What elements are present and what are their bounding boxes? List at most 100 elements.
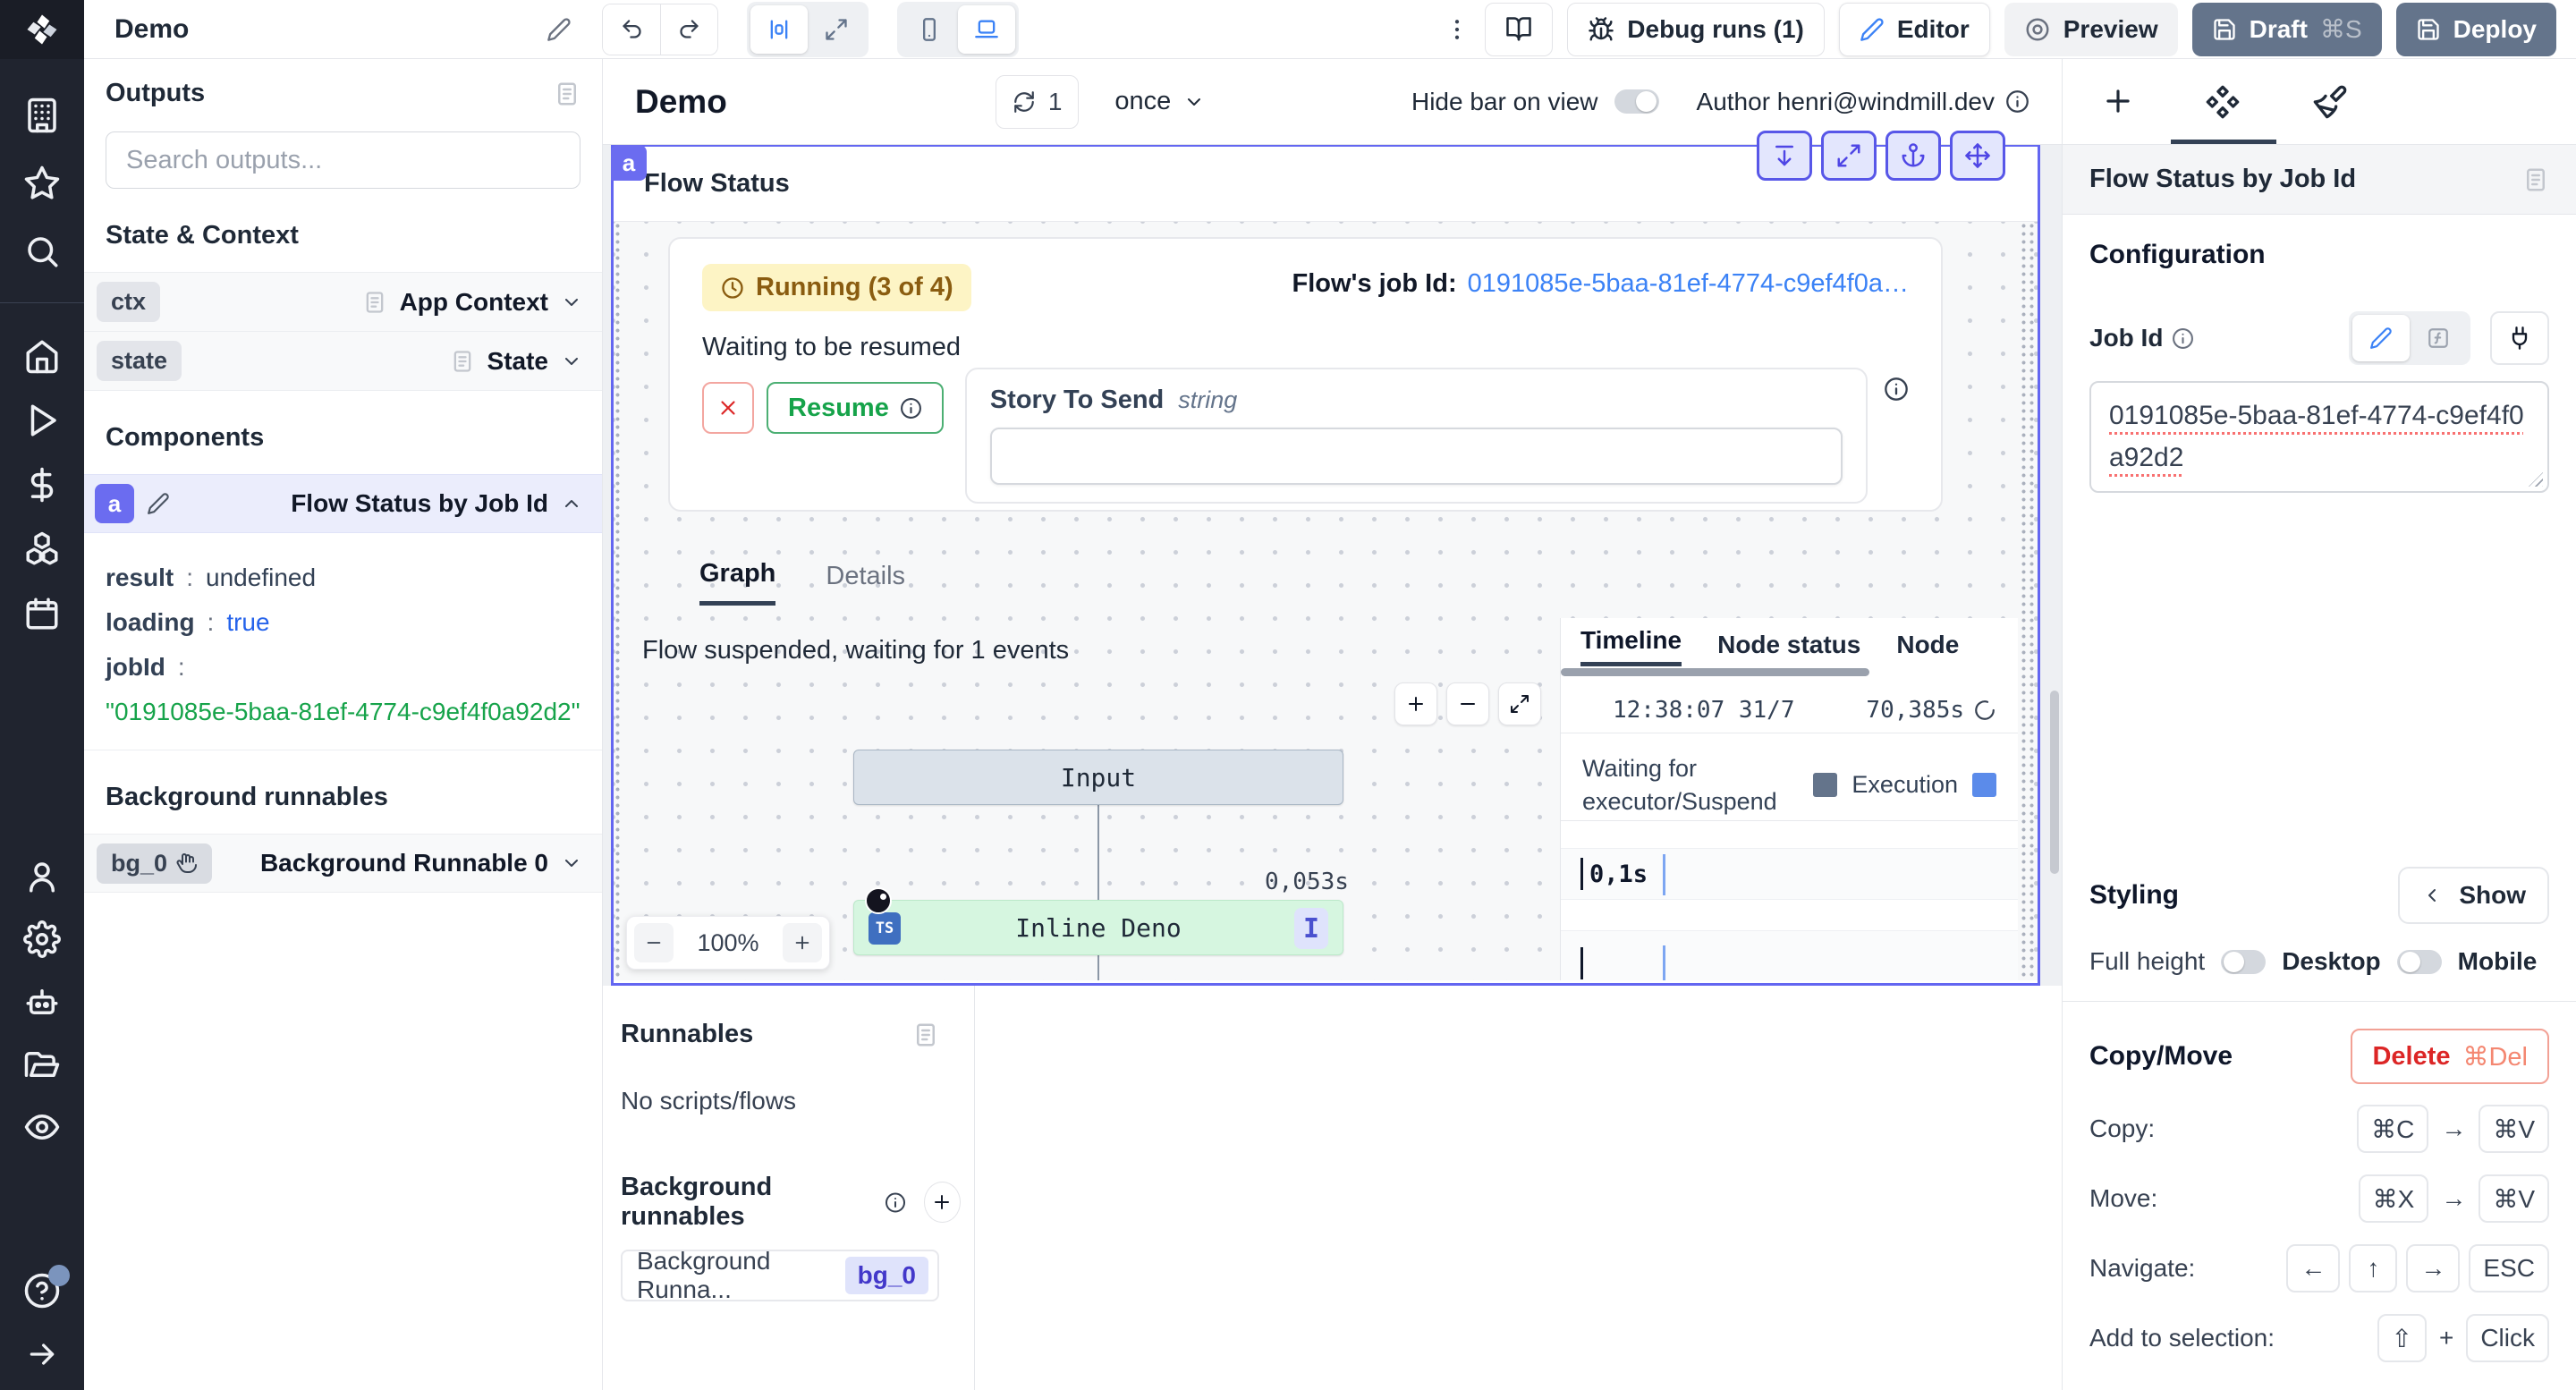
move-component-button[interactable] [1950, 131, 2005, 181]
payload-info-icon[interactable] [1884, 377, 1909, 402]
job-id-textarea[interactable]: 0191085e-5baa-81ef-4774-c9ef4f0a92d2 [2089, 381, 2549, 493]
variables-icon[interactable] [23, 466, 61, 504]
ctx-row[interactable]: ctx App Context [84, 273, 602, 332]
bg0-row[interactable]: bg_0 Background Runnable 0 [84, 834, 602, 893]
mobile-view-button[interactable] [901, 5, 958, 54]
kebab-menu-icon[interactable] [1444, 16, 1470, 43]
jobid-string-value: "0191085e-5baa-81ef-4774-c9ef4f0a92d2" [106, 698, 580, 726]
expand-component-button[interactable] [1821, 131, 1877, 181]
cancel-button[interactable] [702, 382, 754, 434]
search-outputs-input[interactable] [106, 131, 580, 189]
centered-layout-button[interactable] [750, 5, 808, 54]
mobile-label: Mobile [2458, 947, 2538, 976]
eval-input-fx-button[interactable] [2410, 315, 2467, 361]
graph-zoom-out-button[interactable] [1446, 682, 1489, 725]
dock-bottom-button[interactable] [1757, 131, 1812, 181]
graph-fit-button[interactable] [1498, 682, 1541, 725]
editor-button[interactable]: Editor [1839, 3, 1990, 56]
insert-tab-plus-icon[interactable] [2101, 84, 2135, 118]
bg-runnable-name: Background Runna... [637, 1247, 845, 1304]
graph-zoom-in-button[interactable] [1394, 682, 1437, 725]
workspace-icon[interactable] [23, 97, 61, 134]
state-row[interactable]: state State [84, 332, 602, 391]
undo-button[interactable] [603, 4, 660, 55]
preview-button[interactable]: Preview [2004, 3, 2178, 56]
audit-eye-icon[interactable] [23, 1108, 61, 1146]
job-id-info-icon[interactable] [2172, 327, 2194, 350]
flow-job-id-link[interactable]: 0191085e-5baa-81ef-4774-c9ef4f0a… [1468, 269, 1909, 298]
refresh-counter[interactable]: 1 [996, 75, 1080, 129]
styling-show-button[interactable]: Show [2398, 867, 2549, 924]
resume-button[interactable]: Resume [767, 382, 944, 434]
collapse-arrow-icon[interactable] [24, 1336, 60, 1372]
debug-runs-button[interactable]: Debug runs (1) [1567, 3, 1825, 56]
topbar: Demo Debug runs (1) Editor Preview Draft… [84, 0, 2576, 59]
component-edit-pencil-icon[interactable] [147, 492, 170, 515]
anchor-component-button[interactable] [1885, 131, 1941, 181]
rename-pencil-icon[interactable] [547, 17, 572, 42]
zoom-out-button[interactable] [634, 923, 674, 962]
graph-node-inline-deno[interactable]: TS Inline Deno I [853, 900, 1343, 955]
resize-rail-right[interactable] [2020, 222, 2038, 980]
zoom-in-button[interactable] [783, 923, 822, 962]
desktop-toggle[interactable] [2397, 950, 2442, 974]
canvas-zoom-bar: 100% [626, 916, 830, 970]
tab-details[interactable]: Details [826, 559, 905, 606]
folders-icon[interactable] [23, 1046, 61, 1083]
static-input-pencil-button[interactable] [2352, 315, 2410, 361]
refresh-icon [1013, 90, 1036, 114]
full-width-button[interactable] [808, 5, 865, 54]
workers-robot-icon[interactable] [23, 983, 61, 1021]
graph-node-input[interactable]: Input [853, 750, 1343, 805]
outputs-doc-icon[interactable] [554, 81, 580, 107]
users-icon[interactable] [23, 858, 61, 895]
deploy-button[interactable]: Deploy [2396, 3, 2556, 56]
canvas-scrollbar[interactable] [2050, 691, 2059, 874]
windmill-logo[interactable] [0, 0, 84, 59]
tab-node[interactable]: Node [1896, 631, 1959, 666]
desktop-view-button[interactable] [958, 5, 1015, 54]
hide-bar-toggle[interactable] [1614, 89, 1659, 114]
tab-node-status[interactable]: Node status [1717, 631, 1860, 666]
tab-timeline[interactable]: Timeline [1580, 626, 1682, 666]
docs-book-button[interactable] [1485, 3, 1553, 56]
resources-icon[interactable] [23, 530, 61, 568]
timeline-scrollbar[interactable] [1561, 668, 1869, 676]
rail-divider [0, 302, 84, 303]
settings-tabs [2063, 59, 2576, 145]
selected-component[interactable]: a Flow Status [611, 145, 2040, 986]
favorites-icon[interactable] [23, 165, 61, 202]
app-title: Demo [114, 14, 189, 45]
connect-input-plug-button[interactable] [2490, 311, 2549, 365]
settings-tab-component-icon[interactable] [2205, 84, 2241, 120]
app-canvas[interactable]: a Flow Status [603, 145, 2062, 986]
redo-button[interactable] [660, 4, 717, 55]
flow-status-body: Running (3 of 4) Flow's job Id:0191085e-… [614, 222, 2038, 980]
help-icon[interactable] [23, 1272, 61, 1309]
search-icon[interactable] [23, 233, 61, 270]
timeline-panel: Timeline Node status Node 12:38:07 31/7 … [1560, 618, 2018, 980]
css-tab-brush-icon[interactable] [2312, 84, 2348, 120]
add-bg-runnable-button[interactable] [924, 1182, 961, 1223]
state-label: State [487, 347, 548, 376]
flow-graph[interactable]: Flow suspended, waiting for 1 events Inp… [639, 618, 1560, 980]
runnables-doc-icon[interactable] [912, 1021, 939, 1048]
author-info-icon[interactable] [2005, 89, 2029, 114]
settings-doc-icon[interactable] [2522, 166, 2549, 193]
full-height-toggle[interactable] [2221, 950, 2266, 974]
home-icon[interactable] [23, 337, 61, 375]
runs-icon[interactable] [23, 402, 61, 439]
bg-runnables-info-icon[interactable] [885, 1191, 906, 1215]
tab-graph[interactable]: Graph [699, 559, 775, 606]
node-id-badge: I [1294, 908, 1328, 949]
story-textarea[interactable] [990, 428, 1843, 485]
bg-runnable-item[interactable]: Background Runna... bg_0 [621, 1250, 939, 1301]
refresh-interval-dropdown[interactable]: once [1114, 87, 1205, 116]
navigate-label: Navigate: [2089, 1254, 2195, 1283]
settings-gear-icon[interactable] [23, 920, 61, 958]
draft-button[interactable]: Draft⌘S [2192, 3, 2382, 56]
schedules-icon[interactable] [23, 595, 61, 632]
delete-component-button[interactable]: Delete⌘Del [2351, 1029, 2549, 1084]
resize-rail-left[interactable] [614, 222, 623, 980]
component-a-row[interactable]: a Flow Status by Job Id [84, 474, 602, 533]
